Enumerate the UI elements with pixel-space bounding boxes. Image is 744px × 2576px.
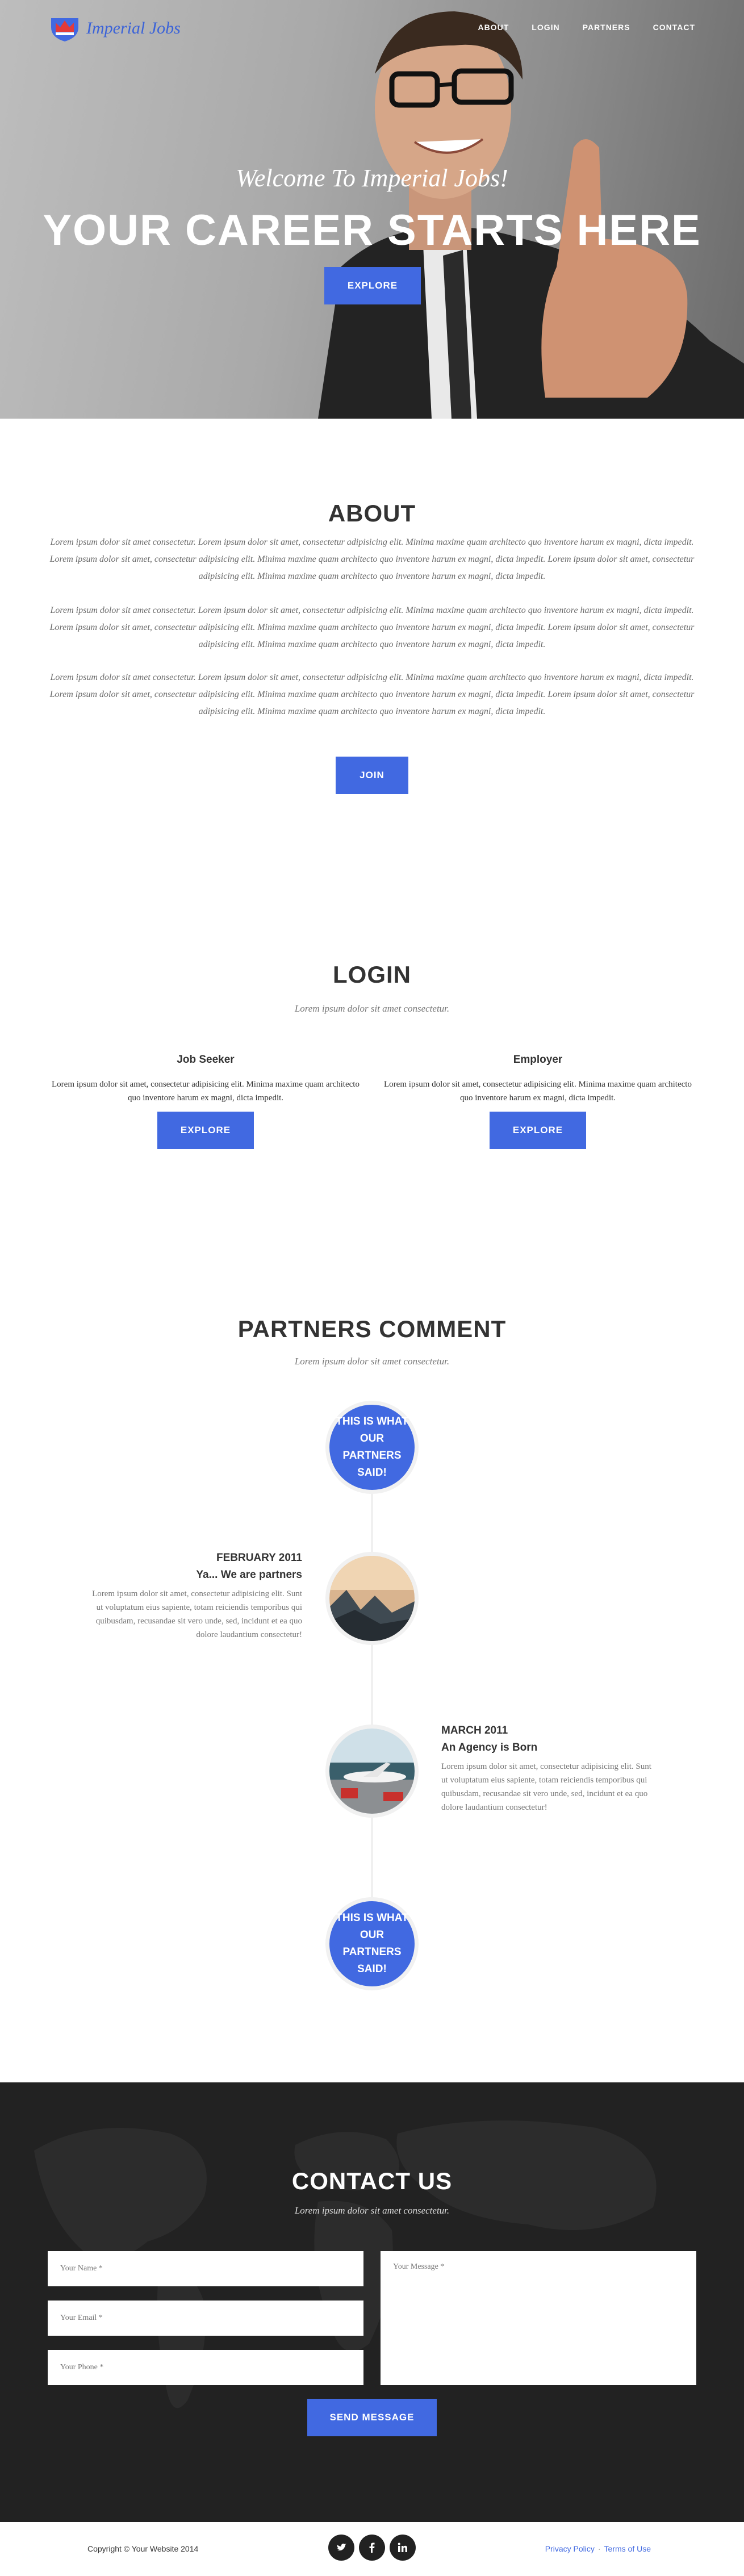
entry-heading: Ya... We are partners xyxy=(196,1569,302,1581)
copyright-text: Copyright © Your Website 2014 xyxy=(87,2544,199,2553)
login-job-seeker: Job Seeker Lorem ipsum dolor sit amet, c… xyxy=(47,1054,365,1149)
crown-shield-icon xyxy=(51,18,78,41)
employer-heading: Employer xyxy=(513,1054,563,1066)
phone-input[interactable] xyxy=(48,2350,363,2385)
timeline-image-airport xyxy=(325,1725,419,1818)
login-title: LOGIN xyxy=(333,961,411,988)
entry-date: MARCH 2011 xyxy=(441,1725,508,1736)
nav-contact[interactable]: CONTACT xyxy=(653,23,695,32)
email-input[interactable] xyxy=(48,2301,363,2336)
entry-heading: An Agency is Born xyxy=(441,1742,538,1753)
login-subtitle: Lorem ipsum dolor sit amet consectetur. xyxy=(294,1003,450,1014)
job-seeker-text: Lorem ipsum dolor sit amet, consectetur … xyxy=(52,1080,360,1103)
contact-title: CONTACT US xyxy=(291,2168,453,2194)
brand-name: Imperial Jobs xyxy=(86,19,181,37)
about-paragraph-1: Lorem ipsum dolor sit amet consectetur. … xyxy=(49,537,695,581)
top-navbar: Imperial Jobs ABOUT LOGIN PARTNERS CONTA… xyxy=(0,0,744,57)
contact-subtitle: Lorem ipsum dolor sit amet consectetur. xyxy=(294,2205,450,2216)
terms-of-use-link[interactable]: Terms of Use xyxy=(604,2544,651,2553)
footer-links: Privacy Policy · Terms of Use xyxy=(545,2544,651,2553)
twitter-icon[interactable] xyxy=(328,2535,354,2561)
nav-links: ABOUT LOGIN PARTNERS CONTACT xyxy=(478,23,696,32)
contact-section: CONTACT US Lorem ipsum dolor sit amet co… xyxy=(0,2082,744,2522)
footer-link-separator: · xyxy=(597,2544,601,2553)
timeline-image-mountain xyxy=(325,1552,419,1645)
job-seeker-heading: Job Seeker xyxy=(177,1054,235,1066)
about-paragraph-3: Lorem ipsum dolor sit amet consectetur. … xyxy=(49,673,695,716)
join-button[interactable]: JOIN xyxy=(336,757,408,794)
airport-photo xyxy=(329,1729,415,1814)
send-message-button[interactable]: SEND MESSAGE xyxy=(307,2399,437,2436)
entry-text: Lorem ipsum dolor sit amet, consectetur … xyxy=(441,1762,651,1812)
brand-logo[interactable]: Imperial Jobs xyxy=(49,15,181,42)
privacy-policy-link[interactable]: Privacy Policy xyxy=(545,2544,595,2553)
about-title: ABOUT xyxy=(328,500,416,527)
hero-section: Imperial Jobs ABOUT LOGIN PARTNERS CONTA… xyxy=(0,0,744,419)
employer-text: Lorem ipsum dolor sit amet, consectetur … xyxy=(384,1080,692,1103)
timeline-entry-1: FEBRUARY 2011 Ya... We are partners Lore… xyxy=(91,1552,302,1642)
login-employer: Employer Lorem ipsum dolor sit amet, con… xyxy=(379,1054,697,1149)
nav-login[interactable]: LOGIN xyxy=(532,23,559,32)
timeline-line xyxy=(371,1437,373,1931)
timeline-badge-bottom: THIS IS WHAT OUR PARTNERS SAID! xyxy=(325,1897,419,1990)
about-paragraph-2: Lorem ipsum dolor sit amet consectetur. … xyxy=(49,606,695,649)
facebook-icon[interactable] xyxy=(359,2535,385,2561)
partners-title: PARTNERS COMMENT xyxy=(237,1316,507,1342)
badge-text: THIS IS WHAT OUR PARTNERS SAID! xyxy=(336,1416,408,1479)
name-input[interactable] xyxy=(48,2251,363,2286)
timeline-badge-top: THIS IS WHAT OUR PARTNERS SAID! xyxy=(325,1401,419,1494)
entry-date: FEBRUARY 2011 xyxy=(216,1552,302,1564)
badge-text: THIS IS WHAT OUR PARTNERS SAID! xyxy=(336,1912,408,1975)
nav-about[interactable]: ABOUT xyxy=(478,23,509,32)
footer: Copyright © Your Website 2014 Privacy Po… xyxy=(0,2522,744,2576)
timeline-entry-2: MARCH 2011 An Agency is Born Lorem ipsum… xyxy=(441,1725,653,1814)
employer-explore-button[interactable]: EXPLORE xyxy=(490,1112,586,1149)
hero-title: YOUR CAREER STARTS HERE xyxy=(43,206,701,254)
entry-text: Lorem ipsum dolor sit amet, consectetur … xyxy=(92,1589,302,1639)
nav-partners[interactable]: PARTNERS xyxy=(583,23,630,32)
linkedin-icon[interactable] xyxy=(390,2535,416,2561)
partners-subtitle: Lorem ipsum dolor sit amet consectetur. xyxy=(294,1356,450,1367)
message-textarea[interactable] xyxy=(381,2251,696,2385)
job-seeker-explore-button[interactable]: EXPLORE xyxy=(157,1112,254,1149)
hero-welcome-text: Welcome To Imperial Jobs! xyxy=(236,164,508,192)
hero-explore-button[interactable]: EXPLORE xyxy=(324,267,421,304)
mountain-photo xyxy=(329,1556,415,1641)
